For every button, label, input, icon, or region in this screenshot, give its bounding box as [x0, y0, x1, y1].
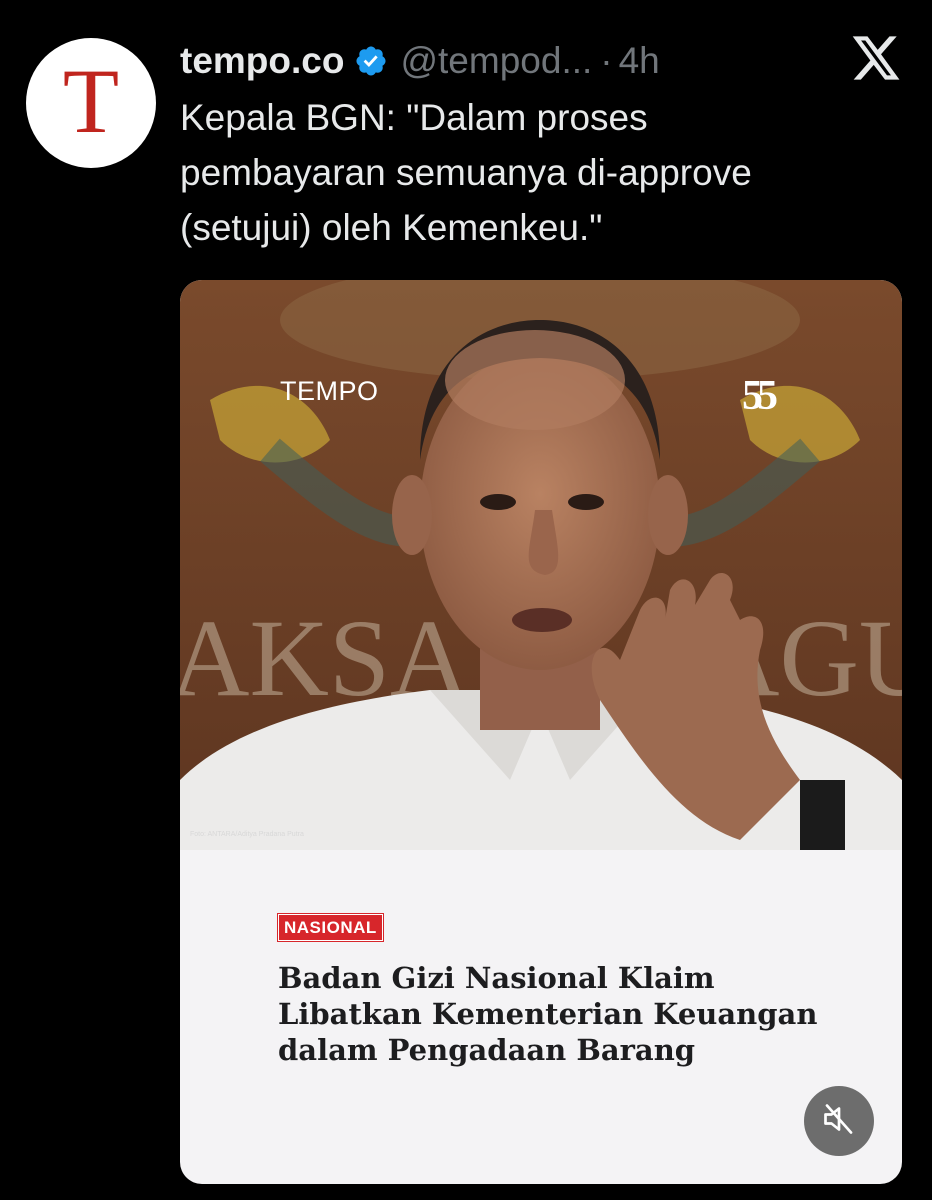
separator-dot: ·	[600, 40, 613, 81]
category-badge: NASIONAL	[277, 913, 384, 942]
photo-credit: Foto: ANTARA/Aditya Pradana Putra	[190, 831, 304, 838]
verified-badge-icon	[354, 44, 388, 78]
tweet-text: Kepala BGN: "Dalam proses pembayaran sem…	[180, 97, 752, 248]
tweet-header: tempo.co @tempod... · 4h	[180, 36, 660, 86]
account-handle[interactable]: @tempod...	[400, 40, 592, 82]
avatar-logo-letter: T	[62, 50, 120, 152]
speaker-muted-icon	[821, 1101, 857, 1142]
article-photo: AKSA AGU TEMPO 55 Foto: ANTARA/Aditya Pr…	[180, 280, 902, 850]
display-name[interactable]: tempo.co	[180, 40, 344, 82]
avatar[interactable]: T	[26, 38, 156, 168]
article-headline: Badan Gizi Nasional Klaim Libatkan Kemen…	[278, 961, 818, 1067]
tempo-watermark: TEMPO	[280, 376, 379, 406]
tweet[interactable]: T tempo.co @tempod... · 4h Kepala BGN: "…	[0, 0, 932, 1200]
anniversary-logo: 55	[742, 373, 778, 419]
mute-button[interactable]	[804, 1086, 874, 1156]
link-card[interactable]: AKSA AGU TEMPO 55 Foto: ANTARA/Aditya Pr…	[180, 280, 902, 1184]
x-logo-icon[interactable]	[850, 34, 902, 82]
post-time[interactable]: 4h	[619, 40, 660, 82]
